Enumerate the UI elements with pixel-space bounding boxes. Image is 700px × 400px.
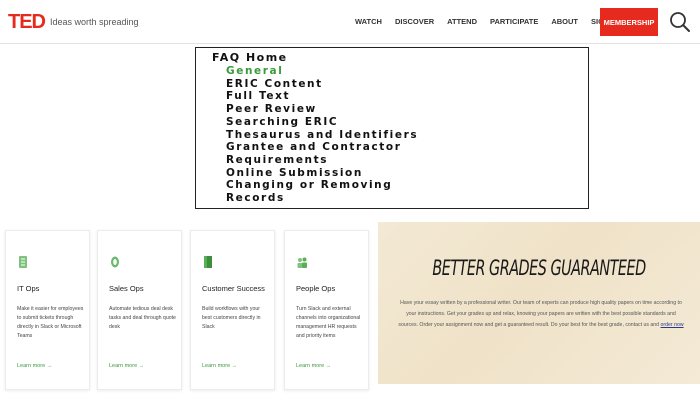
card-title: IT Ops: [17, 284, 40, 293]
card-sales-ops: Sales Ops Automate tedious deal desk tas…: [97, 230, 182, 390]
faq-item-eric-content[interactable]: ERIC Content: [226, 78, 418, 91]
nav-participate[interactable]: PARTICIPATE: [490, 16, 538, 28]
card-title: Sales Ops: [109, 284, 144, 293]
faq-item-thesaurus[interactable]: Thesaurus and Identifiers: [226, 129, 418, 142]
faq-item-searching-eric[interactable]: Searching ERIC: [226, 116, 418, 129]
nav-discover[interactable]: DISCOVER: [395, 16, 434, 28]
book-icon: [19, 256, 27, 268]
faq-item-records[interactable]: Records: [226, 192, 418, 205]
layers-icon: [111, 256, 119, 268]
search-button[interactable]: [668, 10, 692, 34]
promo-text: Have your essay written by a professiona…: [396, 298, 686, 331]
site-header: TED Ideas worth spreading WATCH DISCOVER…: [0, 0, 700, 44]
faq-list: General ERIC Content Full Text Peer Revi…: [226, 65, 418, 205]
ted-logo[interactable]: TED: [8, 12, 46, 32]
faq-item-full-text[interactable]: Full Text: [226, 90, 418, 103]
nav-watch[interactable]: WATCH: [355, 16, 382, 28]
faq-item-changing[interactable]: Changing or Removing: [226, 179, 418, 192]
card-title: People Ops: [296, 284, 336, 293]
learn-more-link[interactable]: Learn more →: [296, 363, 331, 369]
document-icon: [204, 256, 212, 268]
faq-item-online-submission[interactable]: Online Submission: [226, 167, 418, 180]
promo-body: Have your essay written by a professiona…: [398, 300, 682, 328]
card-title: Customer Success: [202, 284, 265, 293]
card-description: Automate tedious deal desk tasks and dea…: [109, 306, 176, 330]
card-customer-success: Customer Success Build workflows with yo…: [190, 230, 275, 390]
membership-button[interactable]: MEMBERSHIP: [600, 8, 658, 36]
card-people-ops: People Ops Turn Slack and external chann…: [284, 230, 369, 390]
learn-more-link[interactable]: Learn more →: [17, 363, 52, 369]
faq-item-general[interactable]: General: [226, 65, 418, 78]
search-icon: [670, 12, 690, 32]
nav-about[interactable]: ABOUT: [551, 16, 578, 28]
card-description: Make it easier for employees to submit t…: [17, 306, 84, 339]
faq-item-requirements[interactable]: Requirements: [226, 154, 418, 167]
main-nav: WATCH DISCOVER ATTEND PARTICIPATE ABOUT …: [355, 16, 632, 28]
people-icon: [297, 257, 307, 268]
card-it-ops: IT Ops Make it easier for employees to s…: [5, 230, 90, 390]
nav-attend[interactable]: ATTEND: [447, 16, 477, 28]
card-description: Build workflows with your best customers…: [202, 306, 261, 330]
promo-banner: BETTER GRADES GUARANTEED Have your essay…: [378, 222, 700, 384]
tagline: Ideas worth spreading: [50, 17, 139, 27]
faq-panel: FAQ Home General ERIC Content Full Text …: [195, 47, 589, 209]
card-description: Turn Slack and external channels into or…: [296, 306, 361, 339]
promo-order-link[interactable]: order now: [661, 322, 684, 328]
faq-item-peer-review[interactable]: Peer Review: [226, 103, 418, 116]
learn-more-link[interactable]: Learn more →: [109, 363, 144, 369]
promo-title: BETTER GRADES GUARANTEED: [432, 254, 646, 281]
faq-item-grantee[interactable]: Grantee and Contractor: [226, 141, 418, 154]
learn-more-link[interactable]: Learn more →: [202, 363, 237, 369]
faq-title: FAQ Home: [212, 51, 288, 64]
